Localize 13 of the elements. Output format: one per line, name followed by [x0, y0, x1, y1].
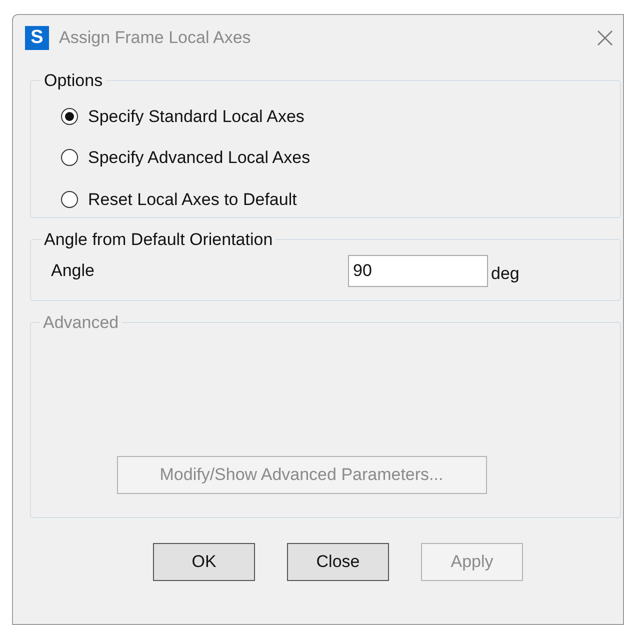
dialog-button[interactable]: OK	[153, 543, 255, 581]
radio-label[interactable]: Specify Standard Local Axes	[88, 104, 304, 129]
group-title: Advanced	[42, 312, 120, 334]
angle-input-field[interactable]: 90	[348, 254, 488, 286]
group-title: Options	[43, 70, 104, 92]
radio-label[interactable]: Reset Local Axes to Default	[88, 186, 297, 212]
dialog-button[interactable]: Close	[287, 543, 389, 581]
angle-label: Angle	[51, 260, 96, 282]
group-title: Angle from Default Orientation	[43, 229, 274, 251]
app-logo-icon: S	[25, 26, 49, 50]
radio-label[interactable]: Specify Advanced Local Axes	[88, 145, 310, 170]
unit-label: deg	[491, 262, 520, 285]
window-title: Assign Frame Local Axes	[59, 27, 251, 50]
